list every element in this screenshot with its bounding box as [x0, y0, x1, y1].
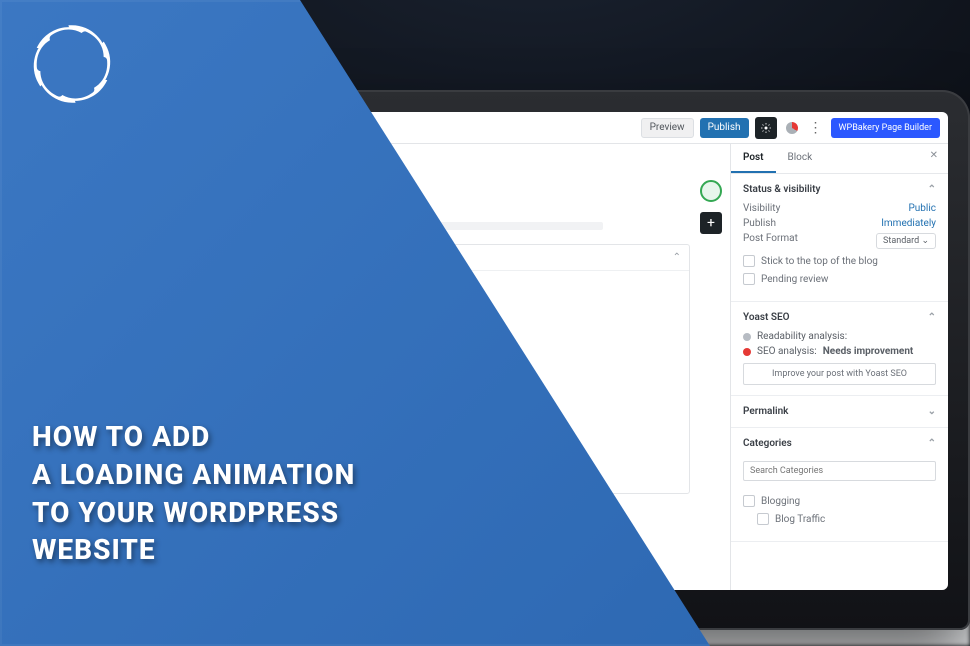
- seo-label: SEO analysis:: [757, 346, 817, 357]
- wordpress-editor: ↶ ↷ ⓘ Preview Publish ⋮ WPBakery Page Bu…: [172, 112, 948, 590]
- panel-heading[interactable]: Status & visibility: [743, 184, 820, 195]
- checkbox-icon: [743, 495, 755, 507]
- redo-button[interactable]: ↷: [262, 117, 284, 139]
- row-post-format[interactable]: Post Format Standard ⌄: [743, 233, 936, 249]
- editor-top-toolbar: ↶ ↷ ⓘ Preview Publish ⋮ WPBakery Page Bu…: [172, 112, 948, 144]
- tab-block[interactable]: Block: [776, 144, 825, 173]
- checkbox-icon: [743, 255, 755, 267]
- category-item[interactable]: Blogging: [743, 495, 936, 507]
- block-collapse-caret[interactable]: ⌃: [213, 245, 689, 271]
- close-icon: ✕: [930, 150, 938, 161]
- panel-categories: Categories ⌃ Blogging Blog Traffic: [731, 428, 948, 542]
- panel-heading: Permalink: [743, 406, 788, 417]
- readability-row[interactable]: Readability analysis:: [743, 331, 936, 342]
- settings-sidebar: Post Block ✕ Status & visibility ⌃: [730, 144, 948, 590]
- panel-permalink[interactable]: Permalink ⌄: [731, 396, 948, 428]
- yoast-indicator-icon[interactable]: [783, 119, 801, 137]
- tab-post[interactable]: Post: [731, 144, 776, 173]
- laptop: ↶ ↷ ⓘ Preview Publish ⋮ WPBakery Page Bu…: [150, 90, 970, 630]
- value-publish[interactable]: Immediately: [881, 218, 936, 229]
- grammarly-icon[interactable]: [700, 180, 722, 202]
- label-post-format: Post Format: [743, 233, 798, 249]
- editor-toolbar-right: Preview Publish ⋮ WPBakery Page Builder: [641, 117, 948, 139]
- pending-label: Pending review: [761, 274, 828, 285]
- add-block-button[interactable]: [206, 117, 228, 139]
- gear-icon: [760, 122, 772, 134]
- editor-canvas[interactable]: Add title ⌃ +: [172, 144, 730, 590]
- editor-body: Add title ⌃ + Post: [172, 144, 948, 590]
- more-menu-button[interactable]: ⋮: [807, 121, 825, 135]
- promo-image: ↶ ↷ ⓘ Preview Publish ⋮ WPBakery Page Bu…: [0, 0, 970, 646]
- row-visibility[interactable]: Visibility Public: [743, 203, 936, 214]
- checkbox-icon: [743, 273, 755, 285]
- content-block-area[interactable]: ⌃: [212, 244, 690, 494]
- chevron-down-icon[interactable]: ⌄: [928, 406, 936, 417]
- status-dot-icon: [743, 348, 751, 356]
- label-publish: Publish: [743, 218, 776, 229]
- editor-toolbar-left: ↶ ↷ ⓘ: [172, 117, 312, 139]
- label-visibility: Visibility: [743, 203, 780, 214]
- panel-status-visibility: Status & visibility ⌃ Visibility Public …: [731, 174, 948, 302]
- row-publish[interactable]: Publish Immediately: [743, 218, 936, 229]
- wp-logo-button[interactable]: [178, 117, 200, 139]
- panel-heading[interactable]: Categories: [743, 438, 792, 449]
- preview-button[interactable]: Preview: [641, 118, 694, 138]
- chevron-up-icon[interactable]: ⌃: [928, 184, 936, 195]
- checkbox-icon: [757, 513, 769, 525]
- seo-value: Needs improvement: [823, 346, 914, 357]
- category-label: Blogging: [761, 496, 800, 507]
- post-title-input[interactable]: Add title: [212, 176, 690, 204]
- editor-floating-controls: +: [700, 180, 722, 234]
- settings-button[interactable]: [755, 117, 777, 139]
- laptop-screen: ↶ ↷ ⓘ Preview Publish ⋮ WPBakery Page Bu…: [172, 112, 948, 590]
- search-categories-input[interactable]: [743, 461, 936, 481]
- editor-meta-placeholder: [212, 222, 603, 230]
- wordpress-w-icon: [182, 121, 196, 135]
- value-visibility[interactable]: Public: [908, 203, 936, 214]
- panel-yoast: Yoast SEO ⌃ Readability analysis: SEO an…: [731, 302, 948, 396]
- category-label: Blog Traffic: [775, 514, 825, 525]
- improve-yoast-button[interactable]: Improve your post with Yoast SEO: [743, 363, 936, 385]
- sidebar-tabs: Post Block ✕: [731, 144, 948, 174]
- seo-analysis-row[interactable]: SEO analysis: Needs improvement: [743, 346, 936, 357]
- plus-icon: [211, 122, 223, 134]
- stick-label: Stick to the top of the blog: [761, 256, 878, 267]
- pending-review-checkbox[interactable]: Pending review: [743, 273, 936, 285]
- stick-checkbox[interactable]: Stick to the top of the blog: [743, 255, 936, 267]
- publish-button[interactable]: Publish: [700, 118, 749, 138]
- post-format-select[interactable]: Standard ⌄: [876, 233, 936, 249]
- insert-block-button[interactable]: +: [700, 212, 722, 234]
- panel-heading[interactable]: Yoast SEO: [743, 312, 789, 323]
- chevron-up-icon[interactable]: ⌃: [928, 438, 936, 449]
- readability-label: Readability analysis:: [757, 331, 847, 342]
- wpbakery-button[interactable]: WPBakery Page Builder: [831, 118, 940, 138]
- status-dot-icon: [743, 333, 751, 341]
- undo-button[interactable]: ↶: [234, 117, 256, 139]
- category-item[interactable]: Blog Traffic: [743, 513, 936, 525]
- info-button[interactable]: ⓘ: [290, 117, 312, 139]
- chevron-up-icon[interactable]: ⌃: [928, 312, 936, 323]
- sidebar-close-button[interactable]: ✕: [920, 144, 948, 173]
